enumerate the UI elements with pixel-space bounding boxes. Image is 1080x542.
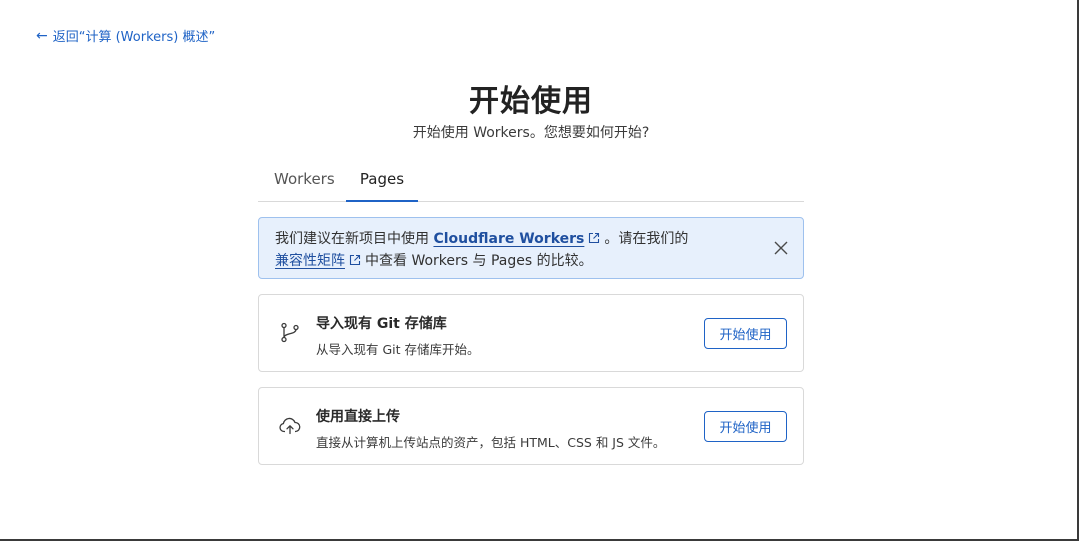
external-link-icon[interactable] (588, 232, 600, 244)
tab-pages[interactable]: Pages (346, 170, 418, 188)
card-description: 从导入现有 Git 存储库开始。 (316, 342, 480, 357)
page-subtitle: 开始使用 Workers。您想要如何开始? (412, 125, 650, 141)
card-description: 直接从计算机上传站点的资产，包括 HTML、CSS 和 JS 文件。 (316, 435, 666, 450)
back-link[interactable]: ← 返回“计算 (Workers) 概述” (36, 26, 216, 46)
import-git-start-button[interactable]: 开始使用 (704, 318, 787, 349)
banner-text-2: 。请在我们的 (604, 231, 689, 247)
git-branch-icon (281, 322, 299, 343)
external-link-icon[interactable] (349, 254, 361, 266)
active-tab-indicator (346, 200, 418, 202)
banner-text-3: 中查看 Workers 与 Pages 的比较。 (365, 253, 593, 269)
page-frame: ← 返回“计算 (Workers) 概述” 开始使用 开始使用 Workers。… (0, 0, 1079, 541)
tab-bar: Workers Pages (258, 160, 804, 202)
arrow-left-icon: ← (36, 27, 48, 44)
info-banner: 我们建议在新项目中使用 Cloudflare Workers 。请在我们的 兼容… (258, 217, 804, 279)
direct-upload-card: 使用直接上传 直接从计算机上传站点的资产，包括 HTML、CSS 和 JS 文件… (258, 387, 804, 465)
close-icon[interactable] (773, 240, 789, 256)
cloud-upload-icon (279, 417, 301, 435)
card-title: 导入现有 Git 存储库 (316, 316, 447, 332)
import-git-card: 导入现有 Git 存储库 从导入现有 Git 存储库开始。 开始使用 (258, 294, 804, 372)
page-title: 开始使用 (469, 84, 593, 119)
compatibility-matrix-link[interactable]: 兼容性矩阵 (275, 253, 345, 269)
tab-workers[interactable]: Workers (274, 170, 335, 188)
card-title: 使用直接上传 (316, 409, 400, 425)
cloudflare-workers-link[interactable]: Cloudflare Workers (433, 231, 584, 247)
direct-upload-start-button[interactable]: 开始使用 (704, 411, 787, 442)
banner-text-1: 我们建议在新项目中使用 (275, 231, 434, 247)
back-link-label: 返回“计算 (Workers) 概述” (52, 30, 216, 45)
